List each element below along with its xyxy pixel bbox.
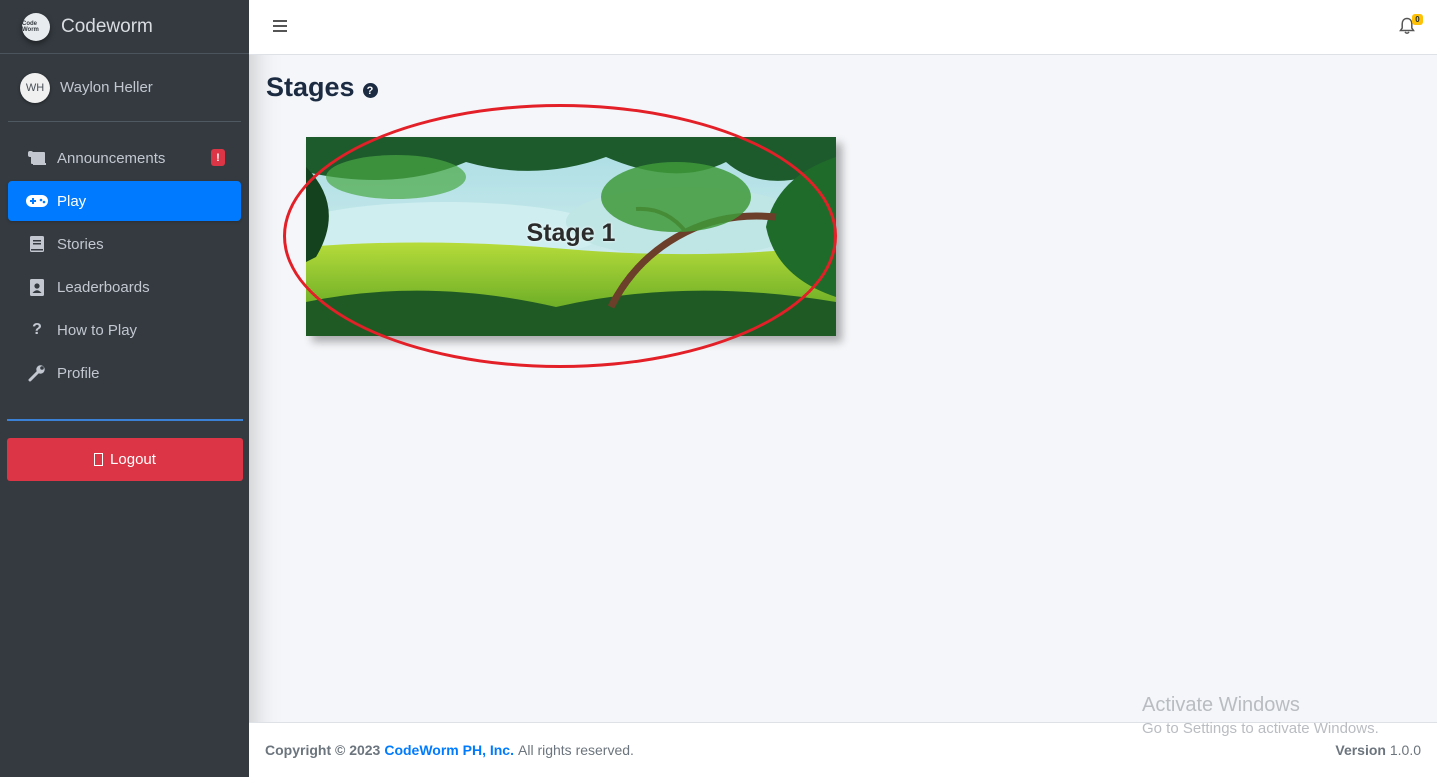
stage-card[interactable]: Stage 1 [306,137,836,336]
sidebar: Code Worm Codeworm WH Waylon Heller Anno… [0,0,249,777]
sidebar-item-announcements[interactable]: Announcements ! [8,138,241,178]
sidebar-item-profile[interactable]: Profile [8,353,241,393]
footer-company-link[interactable]: CodeWorm PH, Inc. [384,742,514,758]
wrench-icon [26,364,48,382]
notifications-button[interactable]: 0 [1399,14,1423,35]
notification-count-badge: 0 [1412,14,1423,25]
windows-activation-watermark: Activate Windows Go to Settings to activ… [1142,694,1379,737]
menu-toggle-icon[interactable] [273,20,287,32]
sidebar-item-play[interactable]: Play [8,181,241,221]
avatar: WH [20,72,50,103]
version-value: 1.0.0 [1389,742,1421,758]
user-panel[interactable]: WH Waylon Heller [8,54,241,122]
sidebar-item-label: How to Play [57,321,138,339]
sidebar-item-label: Profile [57,364,100,382]
sidebar-item-label: Announcements [57,149,166,167]
clipboard-user-icon [26,278,48,296]
sidebar-item-label: Stories [57,235,104,253]
sidebar-item-stories[interactable]: Stories [8,224,241,264]
sidebar-item-leaderboards[interactable]: Leaderboards [8,267,241,307]
question-icon: ? [32,321,42,338]
brand-link[interactable]: Code Worm Codeworm [0,0,249,54]
footer-copyright: Copyright © 2023 [265,742,381,758]
logout-button[interactable]: Logout [7,438,243,481]
sidebar-item-label: Leaderboards [57,278,150,296]
version-label: Version [1335,742,1386,758]
sidebar-divider [7,419,243,421]
alert-badge: ! [211,149,225,166]
footer-rights: All rights reserved. [518,742,634,758]
page-title: Stages ? [266,72,378,103]
user-name: Waylon Heller [60,79,153,96]
page-title-text: Stages [266,72,355,102]
brand-name: Codeworm [61,15,153,37]
top-navbar: 0 [249,0,1437,55]
scroll-icon [26,149,48,167]
logout-label: Logout [110,451,156,468]
sidebar-item-label: Play [57,192,87,210]
gamepad-icon [26,192,48,210]
book-icon [26,235,48,253]
sidebar-nav: Announcements ! Play Stories Leaderboard… [0,138,249,393]
watermark-line-2: Go to Settings to activate Windows. [1142,720,1379,737]
footer-version: Version 1.0.0 [1335,742,1421,758]
stage-label: Stage 1 [526,219,616,247]
logout-icon [94,453,104,466]
sidebar-item-how-to-play[interactable]: ? How to Play [8,310,241,350]
brand-logo: Code Worm [22,12,50,41]
watermark-line-1: Activate Windows [1142,694,1300,716]
help-icon[interactable]: ? [362,83,378,98]
